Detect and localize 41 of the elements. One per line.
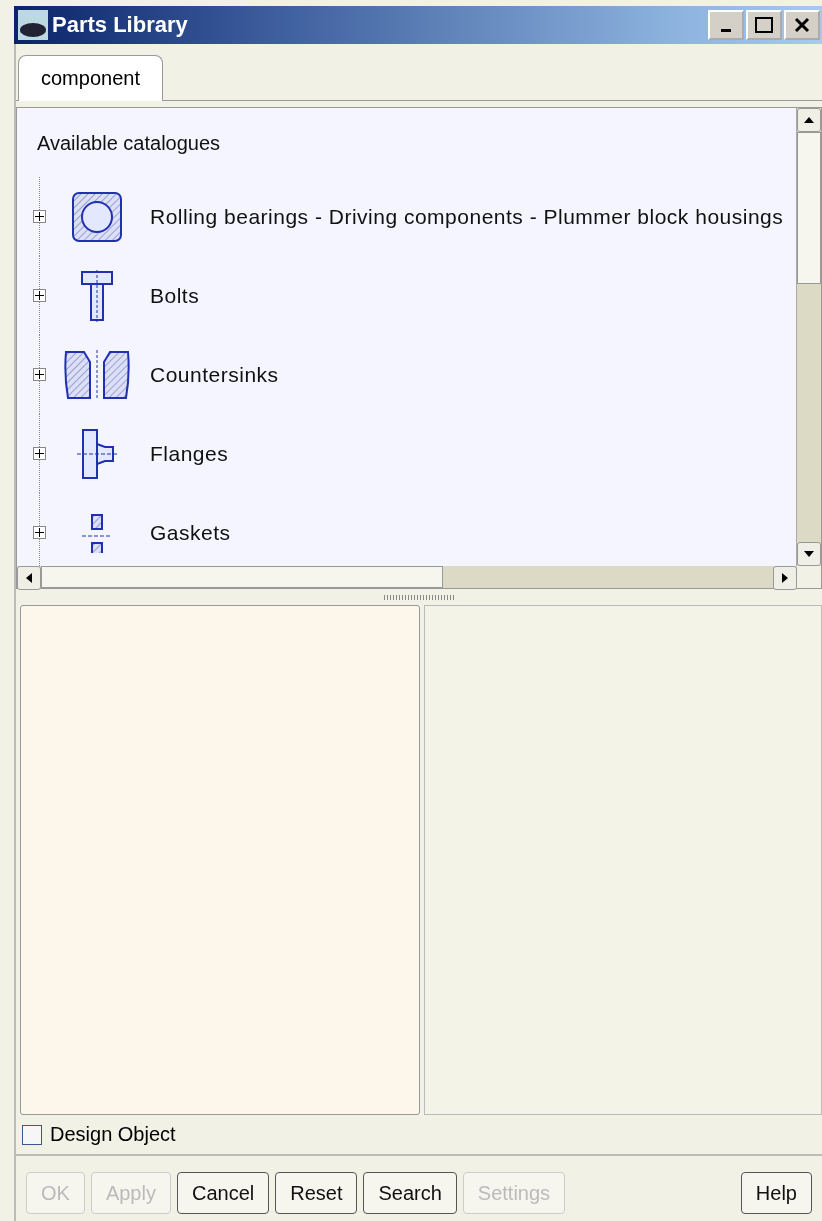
up-arrow-icon (804, 117, 814, 123)
checkbox-label: Design Object (50, 1123, 176, 1146)
scroll-left-button[interactable] (17, 566, 41, 590)
scroll-down-button[interactable] (797, 542, 821, 566)
tree-item[interactable]: Gaskets (150, 520, 231, 545)
maximize-button[interactable] (746, 10, 782, 40)
close-icon (794, 17, 810, 33)
flange-icon (77, 427, 117, 480)
gasket-icon (82, 512, 112, 553)
dialog-button[interactable]: Cancel (176, 1172, 270, 1214)
checkbox[interactable] (22, 1124, 42, 1145)
dialog-button[interactable]: Search (363, 1172, 457, 1214)
minimize-icon (721, 29, 731, 32)
left-arrow-icon (26, 573, 32, 583)
expand-button[interactable] (33, 210, 46, 223)
dialog-button[interactable]: Help (740, 1172, 812, 1214)
expand-button[interactable] (33, 447, 46, 460)
bearing-icon (70, 189, 124, 244)
tree-item[interactable]: Flanges (150, 441, 229, 466)
horizontal-scrollbar[interactable] (17, 566, 797, 588)
tab[interactable]: component (18, 55, 163, 101)
expand-button[interactable] (33, 368, 46, 381)
scroll-up-button[interactable] (797, 108, 821, 132)
expand-button[interactable] (33, 526, 46, 539)
app-logo-icon (18, 10, 48, 40)
tree-heading: Available catalogues (37, 131, 222, 156)
expand-button[interactable] (33, 289, 46, 302)
maximize-icon (755, 17, 773, 33)
bolt-icon (80, 269, 114, 322)
countersink-icon (64, 349, 130, 400)
minimize-button[interactable] (708, 10, 744, 40)
down-arrow-icon (804, 551, 814, 557)
tree-item[interactable]: Countersinks (150, 362, 279, 387)
close-button[interactable] (784, 10, 820, 40)
vertical-scrollbar[interactable] (796, 108, 821, 566)
tree-item[interactable]: Bolts (150, 283, 200, 308)
scroll-right-button[interactable] (773, 566, 797, 590)
right-arrow-icon (782, 573, 788, 583)
window-title: Parts Library (52, 12, 189, 38)
dialog-button[interactable]: Reset (275, 1172, 358, 1214)
tree-item[interactable]: Rolling bearings - Driving components - Plummer block housings (150, 204, 784, 229)
